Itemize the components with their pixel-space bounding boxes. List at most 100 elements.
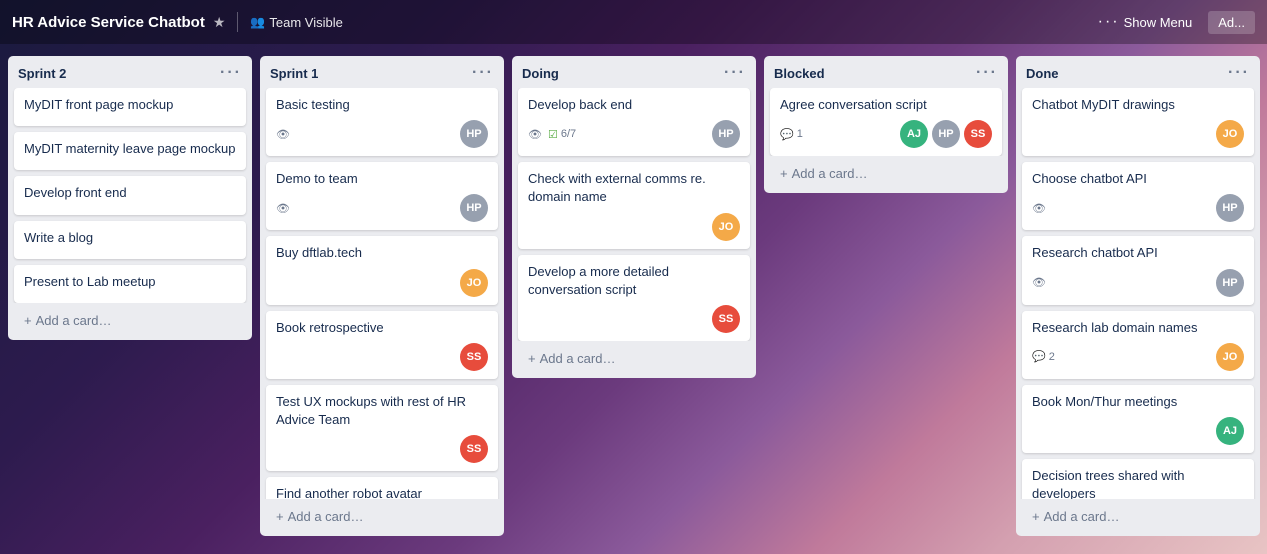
add-button[interactable]: Ad... bbox=[1208, 11, 1255, 34]
card-avatars: HP bbox=[1216, 269, 1244, 297]
card[interactable]: Book retrospective✎SS bbox=[266, 311, 498, 379]
column-menu-icon[interactable]: ··· bbox=[976, 64, 998, 82]
board-title: HR Advice Service Chatbot bbox=[12, 14, 205, 31]
avatar: SS bbox=[460, 343, 488, 371]
column-menu-icon[interactable]: ··· bbox=[724, 64, 746, 82]
card[interactable]: Develop front end bbox=[14, 176, 246, 214]
show-menu-label: Show Menu bbox=[1124, 15, 1193, 30]
card-avatars: SS bbox=[460, 343, 488, 371]
card-meta: JO bbox=[276, 269, 488, 297]
header-divider bbox=[237, 12, 238, 32]
badge-eye: 👁 bbox=[528, 128, 542, 141]
card-meta: 👁HP bbox=[276, 194, 488, 222]
card-meta: AJ bbox=[1032, 417, 1244, 445]
card-title: Research chatbot API bbox=[1032, 244, 1244, 262]
card[interactable]: Agree conversation script 💬 1 AJHPSS bbox=[770, 88, 1002, 156]
card-meta: SS bbox=[528, 305, 740, 333]
avatar: AJ bbox=[1216, 417, 1244, 445]
badge-eye: 👁 bbox=[1032, 276, 1046, 289]
column-sprint1: Sprint 1··· Basic testing 👁HP Demo to team 👁… bbox=[260, 56, 504, 536]
add-card-label: Add a card… bbox=[792, 166, 868, 181]
team-visibility[interactable]: 👥 Team Visible bbox=[250, 15, 342, 30]
card-badges: 💬 1 bbox=[780, 128, 803, 141]
avatar: SS bbox=[712, 305, 740, 333]
card-title: Check with external comms re. domain nam… bbox=[528, 170, 740, 206]
column-blocked: Blocked··· Agree conversation script 💬 1 AJ… bbox=[764, 56, 1008, 193]
card-title: Chatbot MyDIT drawings bbox=[1032, 96, 1244, 114]
avatar: JO bbox=[460, 269, 488, 297]
card-avatars: AJHPSS bbox=[900, 120, 992, 148]
column-doing: Doing···Develop back end👁☑ 6/7HPCheck wi… bbox=[512, 56, 756, 378]
column-menu-icon[interactable]: ··· bbox=[472, 64, 494, 82]
card-meta: JO bbox=[528, 213, 740, 241]
card[interactable]: Demo to team 👁HP bbox=[266, 162, 498, 230]
avatar: HP bbox=[1216, 269, 1244, 297]
badge-eye: 👁 bbox=[276, 202, 290, 215]
show-menu-button[interactable]: ··· Show Menu bbox=[1098, 13, 1193, 31]
card[interactable]: Basic testing 👁HP bbox=[266, 88, 498, 156]
card-meta: 👁 HP bbox=[1032, 194, 1244, 222]
card[interactable]: Find another robot avatarSS bbox=[266, 477, 498, 499]
star-icon[interactable]: ★ bbox=[213, 14, 226, 31]
menu-dots-icon: ··· bbox=[1098, 13, 1120, 31]
card[interactable]: Present to Lab meetup bbox=[14, 265, 246, 303]
card-title: Present to Lab meetup bbox=[24, 273, 236, 291]
card[interactable]: MyDIT maternity leave page mockup bbox=[14, 132, 246, 170]
card[interactable]: Book Mon/Thur meetings AJ bbox=[1022, 385, 1254, 453]
card[interactable]: Write a blog bbox=[14, 221, 246, 259]
card-badges: 👁 bbox=[1032, 276, 1046, 289]
card-title: Develop a more detailed conversation scr… bbox=[528, 263, 740, 299]
card[interactable]: Check with external comms re. domain nam… bbox=[518, 162, 750, 248]
card-avatars: SS bbox=[712, 305, 740, 333]
badge-comment: 💬 1 bbox=[780, 128, 803, 141]
badge-check: ☑ 6/7 bbox=[548, 128, 576, 141]
column-header: Blocked··· bbox=[764, 56, 1008, 88]
card-title: Book Mon/Thur meetings bbox=[1032, 393, 1244, 411]
card-meta: JO bbox=[1032, 120, 1244, 148]
column-title: Doing bbox=[522, 66, 559, 81]
card-meta: 👁HP bbox=[276, 120, 488, 148]
add-card-button[interactable]: + Add a card… bbox=[770, 160, 1002, 189]
column-menu-icon[interactable]: ··· bbox=[220, 64, 242, 82]
card-title: Choose chatbot API bbox=[1032, 170, 1244, 188]
add-card-label: Add a card… bbox=[540, 351, 616, 366]
card[interactable]: Chatbot MyDIT drawings JO bbox=[1022, 88, 1254, 156]
card-avatars: JO bbox=[1216, 120, 1244, 148]
card[interactable]: Buy dftlab.techJO bbox=[266, 236, 498, 304]
column-header: Sprint 1··· bbox=[260, 56, 504, 88]
card[interactable]: Research lab domain names💬 2JO bbox=[1022, 311, 1254, 379]
card-title: Demo to team bbox=[276, 170, 488, 188]
plus-icon: + bbox=[1032, 509, 1040, 524]
app-header: HR Advice Service Chatbot ★ 👥 Team Visib… bbox=[0, 0, 1267, 44]
card[interactable]: Research chatbot API 👁 HP bbox=[1022, 236, 1254, 304]
column-header: Sprint 2··· bbox=[8, 56, 252, 88]
card-badges: 👁 bbox=[1032, 202, 1046, 215]
card[interactable]: Choose chatbot API 👁 HP bbox=[1022, 162, 1254, 230]
card[interactable]: Develop a more detailed conversation scr… bbox=[518, 255, 750, 341]
card-title: Basic testing bbox=[276, 96, 488, 114]
card-avatars: HP bbox=[712, 120, 740, 148]
avatar: SS bbox=[964, 120, 992, 148]
add-card-button[interactable]: + Add a card… bbox=[14, 307, 246, 336]
card-title: Find another robot avatar bbox=[276, 485, 488, 499]
card[interactable]: Test UX mockups with rest of HR Advice T… bbox=[266, 385, 498, 471]
card[interactable]: Develop back end👁☑ 6/7HP bbox=[518, 88, 750, 156]
card-title: MyDIT front page mockup bbox=[24, 96, 236, 114]
card[interactable]: MyDIT front page mockup bbox=[14, 88, 246, 126]
avatar: HP bbox=[1216, 194, 1244, 222]
card-meta: SS bbox=[276, 343, 488, 371]
avatar: SS bbox=[460, 435, 488, 463]
add-card-button[interactable]: + Add a card… bbox=[1022, 503, 1254, 532]
add-card-button[interactable]: + Add a card… bbox=[518, 345, 750, 374]
column-cards: MyDIT front page mockup MyDIT maternity l… bbox=[8, 88, 252, 303]
card-meta: 💬 2JO bbox=[1032, 343, 1244, 371]
column-cards: Develop back end👁☑ 6/7HPCheck with exter… bbox=[512, 88, 756, 341]
column-cards: Agree conversation script 💬 1 AJHPSS bbox=[764, 88, 1008, 156]
plus-icon: + bbox=[528, 351, 536, 366]
card-title: Agree conversation script bbox=[780, 96, 992, 114]
add-card-button[interactable]: + Add a card… bbox=[266, 503, 498, 532]
column-menu-icon[interactable]: ··· bbox=[1228, 64, 1250, 82]
card[interactable]: Decision trees shared with developersAJS… bbox=[1022, 459, 1254, 499]
card-badges: 👁 ☑ 6/7 bbox=[528, 128, 576, 141]
card-avatars: JO bbox=[460, 269, 488, 297]
